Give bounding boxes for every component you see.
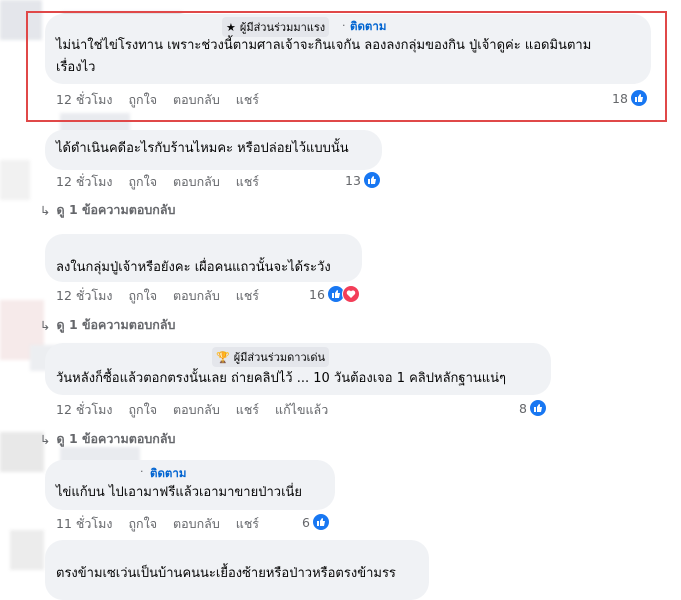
reply-button[interactable]: ตอบกลับ [173,400,220,420]
avatar-blur [0,160,30,200]
view-replies-label: ดู 1 ข้อความตอบกลับ [56,202,176,217]
comment-line: ได้ดำเนินคดีอะไรกับร้านไหมคะ หรือปล่อยไว… [56,141,349,156]
highlight-box [26,11,667,122]
like-icon [311,513,330,531]
comment-text: วันหลังก็ซื้อแล้วตอกตรงนั้นเลย ถ่ายคลิปไ… [56,368,506,390]
comment-text: ไข่แก้บน ไปเอามาฟรีแล้วเอามาขายป่าวเนี่ย [56,482,302,504]
reply-arrow-icon: ↳ [40,431,51,447]
reply-arrow-icon: ↳ [40,202,51,218]
reply-arrow-icon: ↳ [40,317,51,333]
reaction-count[interactable]: 16 [309,285,360,303]
view-replies-label: ดู 1 ข้อความตอบกลับ [56,317,176,332]
view-replies-label: ดู 1 ข้อความตอบกลับ [56,431,176,446]
view-replies-link[interactable]: ↳ ดู 1 ข้อความตอบกลับ [40,200,175,220]
like-icon [362,171,381,189]
share-button[interactable]: แชร์ [236,514,259,534]
like-button[interactable]: ถูกใจ [128,286,157,306]
like-button[interactable]: ถูกใจ [128,514,157,534]
timestamp: 12 ชั่วโมง [56,174,113,189]
reaction-count[interactable]: 6 [302,513,330,531]
badge-label: ผู้มีส่วนร่วมดาวเด่น [233,351,326,364]
timestamp: 12 ชั่วโมง [56,288,113,303]
reaction-number: 13 [345,172,361,188]
separator-dot: · [140,465,144,478]
share-button[interactable]: แชร์ [236,172,259,192]
like-button[interactable]: ถูกใจ [128,172,157,192]
view-replies-link[interactable]: ↳ ดู 1 ข้อความตอบกลับ [40,429,175,449]
comment-line: ลงในกลุ่มปู่เจ้าหรือยังคะ เผื่อคนแถวนั้น… [56,260,331,275]
follow-link[interactable]: ติดตาม [150,465,186,483]
view-replies-link[interactable]: ↳ ดู 1 ข้อความตอบกลับ [40,315,175,335]
comment-line: ไข่แก้บน ไปเอามาฟรีแล้วเอามาขายป่าวเนี่ย [56,485,303,500]
reaction-number: 8 [519,400,527,416]
avatar-blur [10,530,44,570]
timestamp: 12 ชั่วโมง [56,402,113,417]
reaction-count[interactable]: 8 [519,399,547,417]
comment-actions: 12 ชั่วโมง ถูกใจ ตอบกลับ แชร์ [56,172,259,192]
reaction-count[interactable]: 13 [345,171,381,189]
reaction-number: 6 [302,514,310,530]
share-button[interactable]: แชร์ [236,400,259,420]
reply-button[interactable]: ตอบกลับ [173,286,220,306]
comment-line: วันหลังก็ซื้อแล้วตอกตรงนั้นเลย ถ่ายคลิปไ… [56,371,507,386]
trophy-icon: 🏆 [216,350,230,364]
reply-button[interactable]: ตอบกลับ [173,172,220,192]
comment-text: ได้ดำเนินคดีอะไรกับร้านไหมคะ หรือปล่อยไว… [56,138,349,160]
comment-text: ตรงข้ามเซเว่นเป็นบ้านคนนะเยื้องซ้ายหรือป… [56,563,396,585]
comment-text: ลงในกลุ่มปู่เจ้าหรือยังคะ เผื่อคนแถวนั้น… [56,257,331,279]
reply-button[interactable]: ตอบกลับ [173,514,220,534]
edited-label[interactable]: แก้ไขแล้ว [275,400,328,420]
reaction-number: 16 [309,286,325,302]
like-icon [528,399,547,417]
contributor-badge: 🏆 ผู้มีส่วนร่วมดาวเด่น [212,347,330,367]
like-button[interactable]: ถูกใจ [128,400,157,420]
avatar-blur [0,432,44,472]
comment-actions: 11 ชั่วโมง ถูกใจ ตอบกลับ แชร์ [56,514,259,534]
comment-line: ตรงข้ามเซเว่นเป็นบ้านคนนะเยื้องซ้ายหรือป… [56,566,396,581]
timestamp: 11 ชั่วโมง [56,516,113,531]
comment-actions: 12 ชั่วโมง ถูกใจ ตอบกลับ แชร์ แก้ไขแล้ว [56,400,328,420]
comment-actions: 12 ชั่วโมง ถูกใจ ตอบกลับ แชร์ [56,286,259,306]
love-icon [341,285,360,303]
share-button[interactable]: แชร์ [236,286,259,306]
